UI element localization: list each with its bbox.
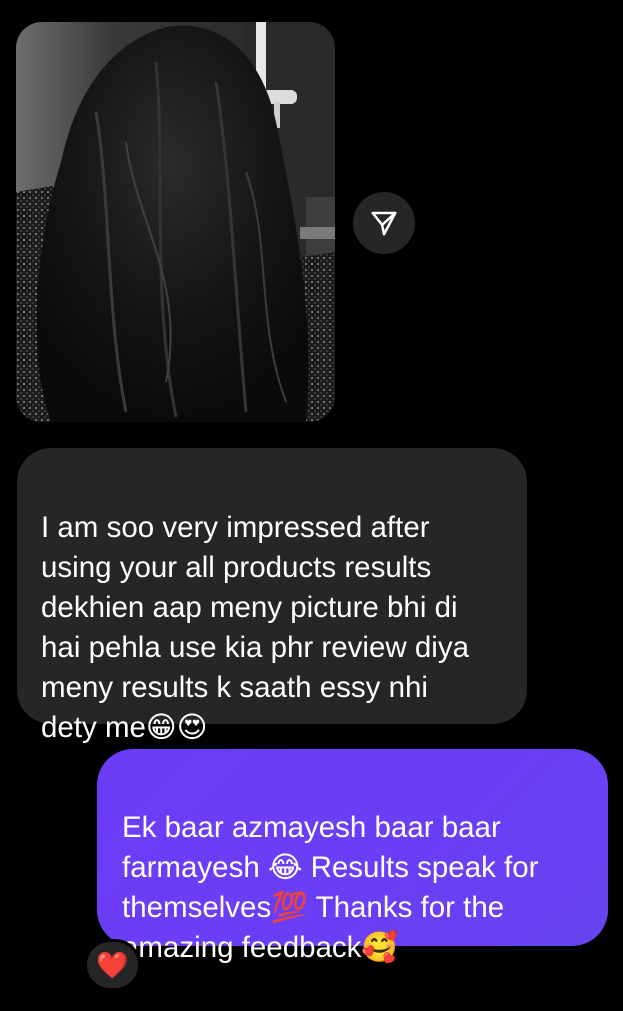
paper-plane-icon [371,211,397,236]
shared-photo[interactable] [16,22,335,422]
sent-message-text: Ek baar azmayesh baar baar farmayesh 😂 R… [122,811,539,964]
share-button[interactable] [353,192,415,254]
heart-icon: ❤️ [96,949,129,980]
hair-photo-image [16,22,335,422]
sent-message-bubble[interactable]: Ek baar azmayesh baar baar farmayesh 😂 R… [97,749,608,964]
received-message-text: I am soo very impressed after using your… [41,511,469,744]
received-message-bubble[interactable]: I am soo very impressed after using your… [17,448,527,744]
chat-thread: I am soo very impressed after using your… [0,0,623,1011]
heart-reaction[interactable]: ❤️ [84,939,141,991]
